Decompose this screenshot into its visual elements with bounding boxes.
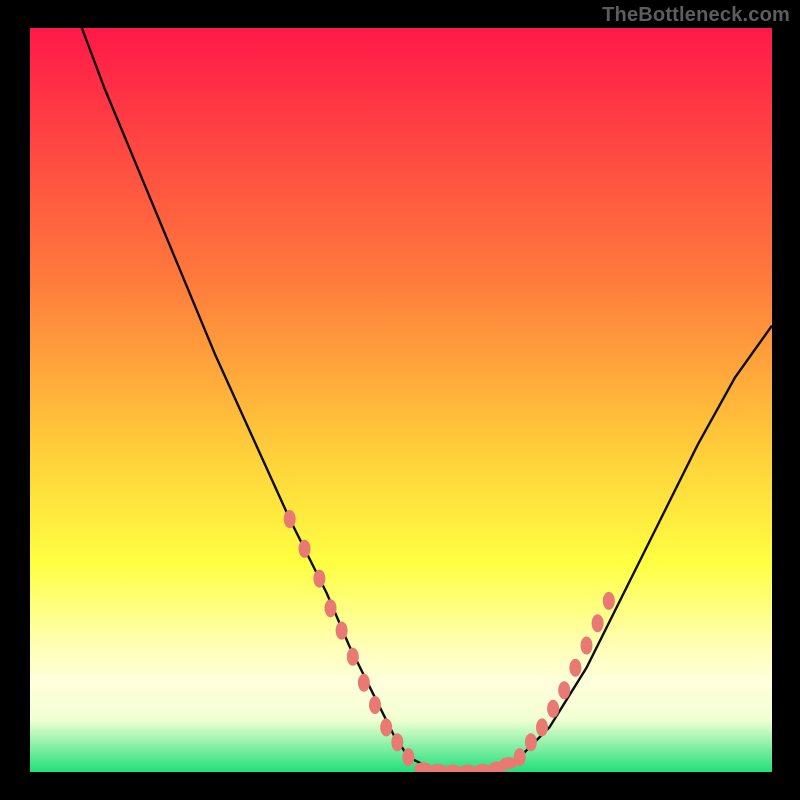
data-marker <box>514 748 526 766</box>
data-marker <box>569 659 581 677</box>
data-marker <box>380 718 392 736</box>
data-marker <box>284 510 296 528</box>
bottleneck-chart <box>0 0 800 800</box>
data-marker <box>325 599 337 617</box>
data-marker <box>313 570 325 588</box>
data-marker <box>525 733 537 751</box>
data-marker <box>391 733 403 751</box>
chart-canvas: TheBottleneck.com <box>0 0 800 800</box>
data-marker <box>369 696 381 714</box>
heat-gradient-background <box>30 28 772 772</box>
data-marker <box>536 718 548 736</box>
data-marker <box>402 748 414 766</box>
data-marker <box>592 614 604 632</box>
watermark-text: TheBottleneck.com <box>602 4 790 27</box>
data-marker <box>336 622 348 640</box>
data-marker <box>603 592 615 610</box>
data-marker <box>547 700 559 718</box>
data-marker <box>299 540 311 558</box>
data-marker <box>581 637 593 655</box>
data-marker <box>558 681 570 699</box>
data-marker <box>347 648 359 666</box>
data-marker <box>358 674 370 692</box>
